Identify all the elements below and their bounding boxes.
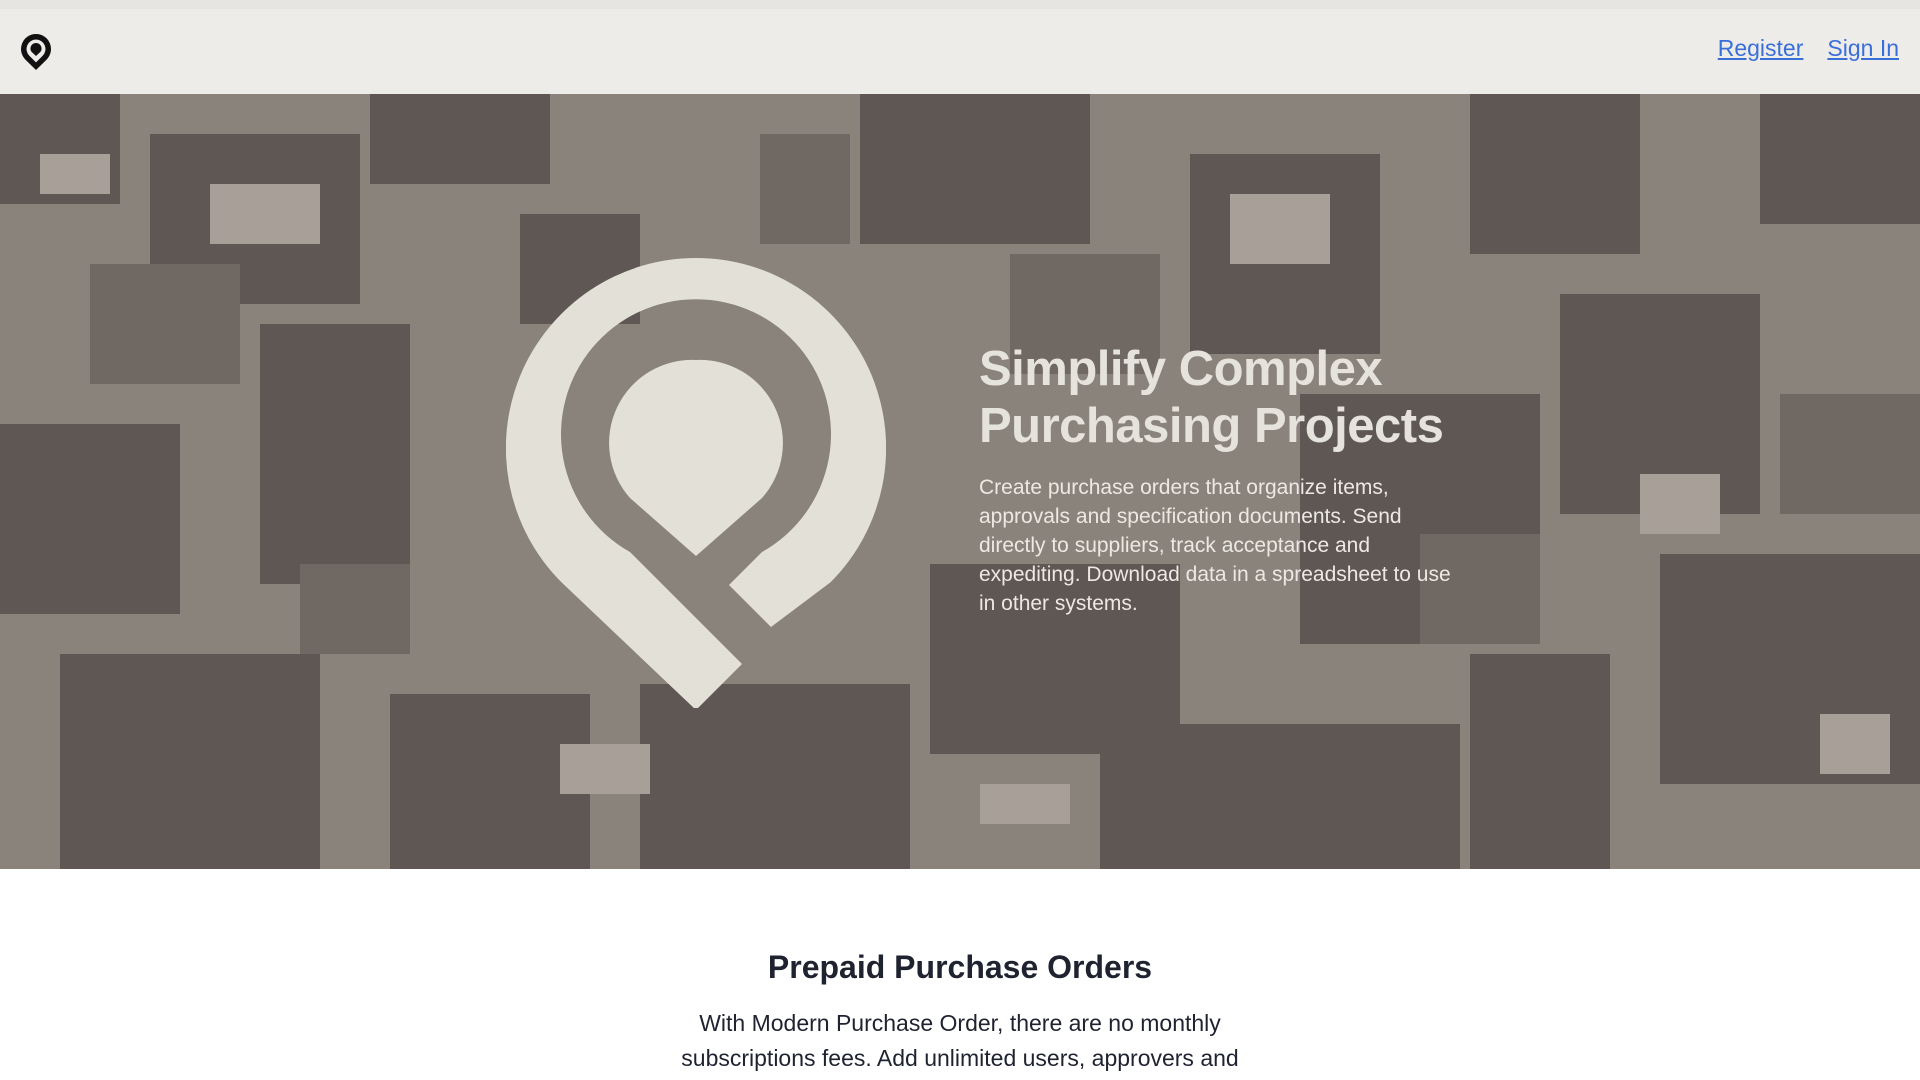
nav-links: Register Sign In xyxy=(1718,35,1899,62)
map-pin-logo-icon xyxy=(506,258,886,708)
hero-description: Create purchase orders that organize ite… xyxy=(979,476,1451,615)
section-title: Prepaid Purchase Orders xyxy=(767,949,1153,985)
hero-banner: Simplify Complex Purchasing Projects Cre… xyxy=(0,94,1920,869)
hero-collage-background xyxy=(0,94,1920,869)
section-description: With Modern Purchase Order, there are no… xyxy=(681,1010,1239,1071)
top-navbar: Register Sign In xyxy=(0,9,1920,94)
browser-top-strip xyxy=(0,0,1920,9)
hero-text-block: Simplify Complex Purchasing Projects Cre… xyxy=(979,341,1459,618)
map-pin-logo-icon[interactable] xyxy=(19,32,53,72)
register-link[interactable]: Register xyxy=(1718,35,1804,62)
prepaid-section: Prepaid Purchase Orders With Modern Purc… xyxy=(0,869,1920,1080)
hero-title: Simplify Complex Purchasing Projects xyxy=(979,342,1444,453)
sign-in-link[interactable]: Sign In xyxy=(1827,35,1899,62)
